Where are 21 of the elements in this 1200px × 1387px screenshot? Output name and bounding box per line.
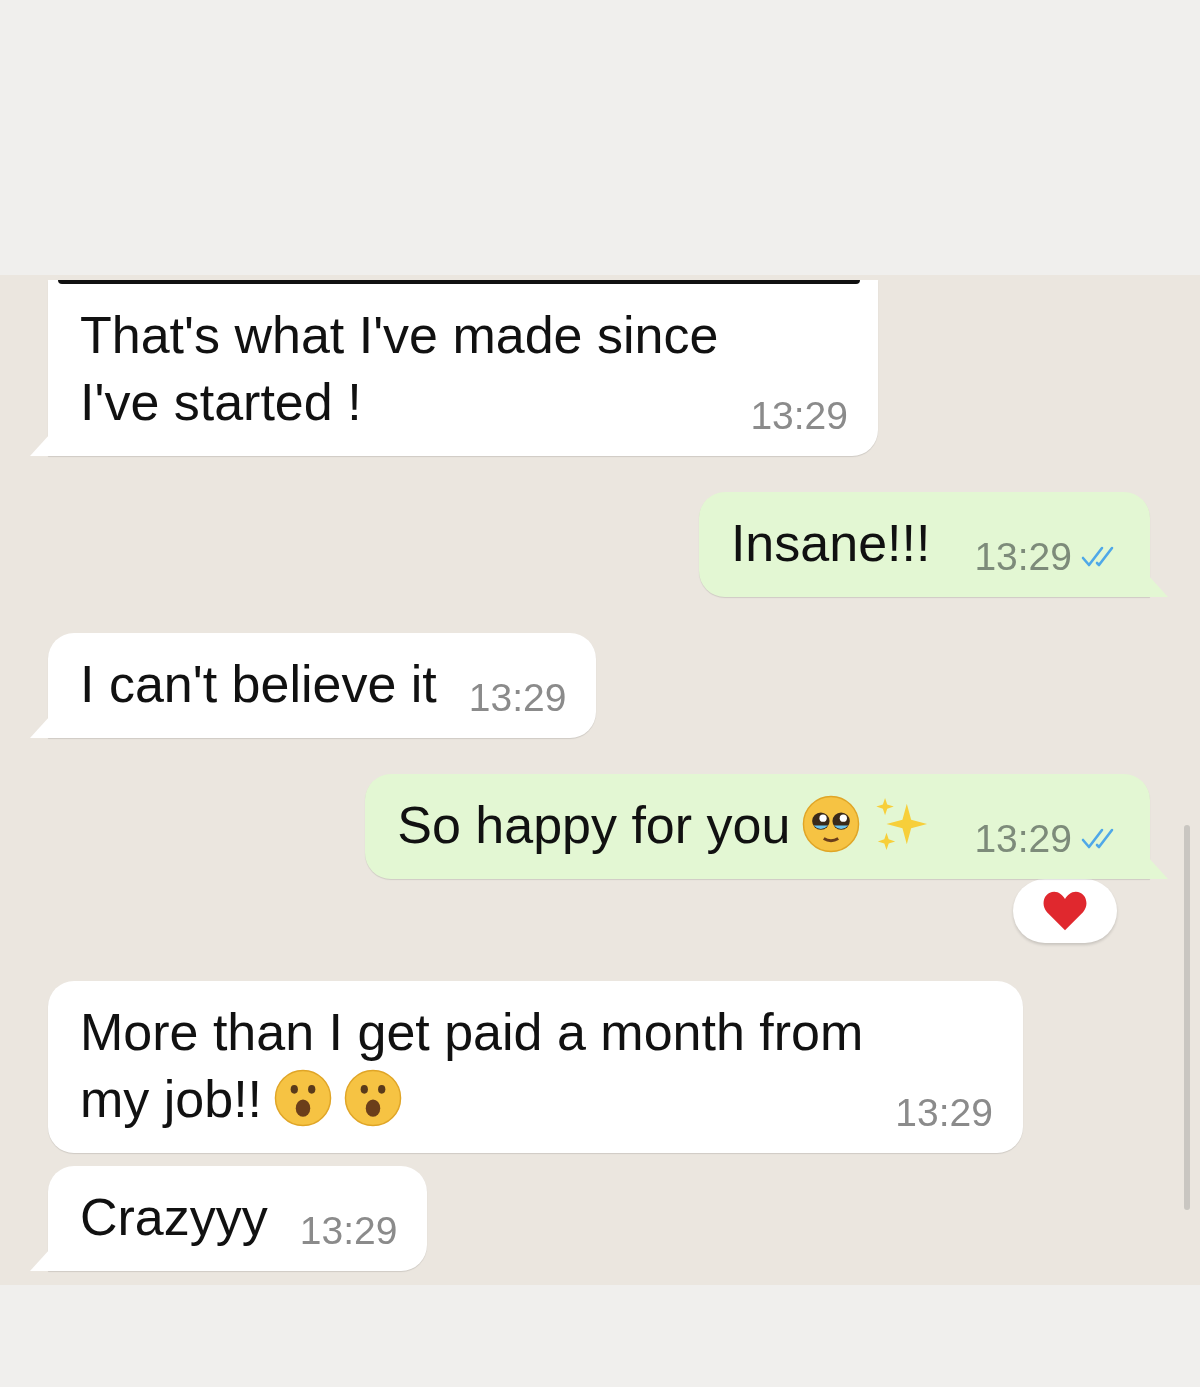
message-text: I've started !	[80, 373, 362, 431]
scroll-bar[interactable]	[1184, 825, 1190, 1210]
message-text: I can't believe it	[80, 655, 437, 713]
message-text: So happy for you	[397, 796, 791, 854]
surprised-face-icon	[274, 1069, 333, 1127]
reaction-bubble[interactable]	[1013, 879, 1117, 943]
message-time: 13:29	[895, 1093, 993, 1133]
message-time: 13:29	[750, 396, 848, 436]
surprised-face-icon	[344, 1069, 403, 1127]
message-text: That's what I've made since	[80, 306, 719, 364]
message-time: 13:29	[974, 819, 1072, 859]
message-text: Insane!!!	[730, 514, 931, 572]
message-text: my job!!	[80, 1070, 263, 1128]
pleading-face-icon	[802, 795, 861, 853]
message-time: 13:29	[299, 1211, 398, 1251]
heart-icon	[1041, 889, 1089, 933]
received-message-bubble[interactable]: More than I get paid a month from my job!! 13:29	[48, 981, 1023, 1153]
message-text: More than I get paid a month from	[80, 1003, 864, 1061]
message-time: 13:29	[468, 678, 567, 718]
message-time: 13:29	[974, 537, 1072, 577]
message-text: Crazyyy	[80, 1188, 268, 1246]
